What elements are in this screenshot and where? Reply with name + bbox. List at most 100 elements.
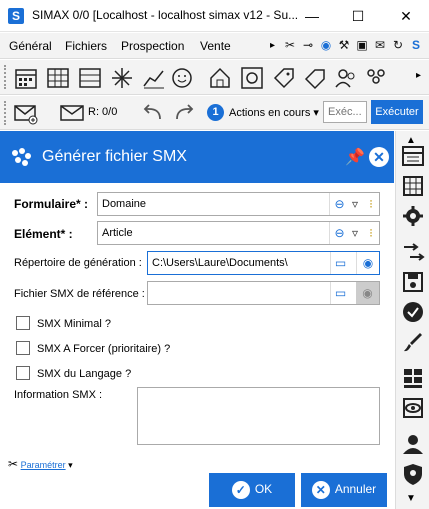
element-label: Elément* : [14,227,73,241]
list-icon[interactable] [76,64,102,90]
tools-icon: ✂ [8,457,19,471]
mail-icon[interactable] [58,99,84,125]
pin-icon[interactable]: 📌 [345,147,365,167]
undo-icon[interactable] [139,99,165,125]
ok-button[interactable]: ✓ OK [209,473,295,507]
element-value: Article [102,227,133,239]
folder-icon[interactable]: ▭ [330,252,350,274]
simax-logo-icon[interactable]: S [408,36,424,54]
table-icon[interactable] [400,173,426,199]
wrench-icon[interactable]: ⚒ [336,36,352,54]
preview-icon[interactable] [400,395,426,421]
sync-icon[interactable]: ↻ [390,36,406,54]
tag-icon[interactable] [270,64,296,90]
toolbar-grip[interactable] [4,65,7,89]
repertoire-label: Répertoire de génération : [14,257,142,269]
id-card-icon[interactable]: ▣ [354,36,370,54]
exec-input[interactable] [323,101,367,123]
smx-minimal-checkbox[interactable] [16,316,30,330]
reminders-count: R: 0/0 [88,106,118,118]
new-mail-icon[interactable] [12,99,38,125]
info-smx-label: Information SMX : [14,389,103,401]
dropdown-icon[interactable]: ▿ [348,193,362,215]
lookup-icon[interactable]: ⁝ [364,193,378,215]
parametrer-link[interactable]: ✂ Paramétrer ▾ [8,457,73,471]
formulaire-label: Formulaire* : [14,197,89,211]
home-icon[interactable] [206,64,232,90]
window-title: SIMAX 0/0 [Localhost - localhost simax v… [32,8,299,22]
smiley-icon[interactable] [168,64,194,90]
maximize-button[interactable]: ☐ [335,0,381,32]
globe-icon[interactable]: ◉ [318,36,334,54]
scroll-down-icon[interactable]: ▼ [406,493,416,504]
right-side-panel: ▲ ▼ [395,131,429,509]
menu-bar: Général Fichiers Prospection Vente ▸ ✂ ⊸… [0,33,429,59]
grid-icon[interactable] [44,64,70,90]
connect-icon[interactable]: ⊸ [300,36,316,54]
layout-icon[interactable] [400,365,426,391]
message-icon[interactable]: ✉ [372,36,388,54]
dropdown-icon[interactable]: ▿ [348,222,362,244]
ok-label: OK [254,482,273,497]
menu-prospection[interactable]: Prospection [121,39,184,53]
main-toolbar: ▸ [0,60,429,95]
simax-logo-icon [12,148,31,166]
lookup-icon[interactable]: ⁝ [364,222,378,244]
view-icon[interactable]: ◉ [356,252,379,274]
execute-button[interactable]: Exécuter [371,100,423,124]
cancel-label: Annuler [334,482,377,497]
dialog-header: Générer fichier SMX 📌 ✕ [0,131,394,183]
smx-langage-checkbox[interactable] [16,366,30,380]
app-logo-icon: S [8,8,24,24]
brush-icon[interactable] [400,329,426,355]
export-icon[interactable] [400,239,426,265]
generate-smx-dialog: Générer fichier SMX 📌 ✕ Formulaire* : Do… [0,131,394,509]
minimize-button[interactable]: — [289,0,335,32]
reference-label: Fichier SMX de référence : [14,288,145,300]
list-view-icon[interactable] [400,143,426,169]
cancel-button[interactable]: ✕ Annuler [301,473,387,507]
menu-vente[interactable]: Vente [200,39,231,53]
smx-langage-label: SMX du Langage ? [37,368,132,380]
info-smx-textarea[interactable] [137,387,380,445]
dialog-title: Générer fichier SMX [42,148,187,165]
parametrer-label: Paramétrer [20,460,66,470]
contacts-icon[interactable] [332,64,358,90]
cancel-icon: ✕ [311,481,330,499]
sparkle-icon[interactable] [108,64,134,90]
shield-icon[interactable] [400,461,426,487]
settings-icon[interactable] [238,64,264,90]
close-window-button[interactable]: ✕ [383,0,429,32]
secondary-toolbar: R: 0/0 1 Actions en cours ▾ Exécuter [0,96,429,130]
check-circle-icon[interactable] [400,299,426,325]
tools-icon[interactable]: ✂ [282,36,298,54]
check-icon: ✓ [231,481,250,499]
menu-more-icon[interactable]: ▸ [270,40,275,51]
group-icon[interactable] [362,64,388,90]
repertoire-value: C:\Users\Laure\Documents\ [152,257,288,269]
chart-icon[interactable] [140,64,166,90]
menu-quick-icons: ✂ ⊸ ◉ ⚒ ▣ ✉ ↻ S [282,36,424,56]
formulaire-value: Domaine [102,198,147,210]
calendar-icon[interactable] [12,64,38,90]
dialog-close-button[interactable]: ✕ [369,147,389,167]
smx-minimal-label: SMX Minimal ? [37,318,111,330]
toolbar-grip[interactable] [4,101,7,125]
actions-dropdown[interactable]: Actions en cours ▾ [229,106,319,119]
save-icon[interactable] [400,269,426,295]
menu-fichiers[interactable]: Fichiers [65,39,107,53]
menu-general[interactable]: Général [9,39,52,53]
gear-icon[interactable] [400,203,426,229]
clear-icon[interactable]: ⊖ [329,222,349,244]
folder-icon[interactable]: ▭ [330,282,350,304]
actions-label: Actions en cours [229,107,311,119]
smx-forcer-label: SMX A Forcer (prioritaire) ? [37,343,171,355]
price-tag-icon[interactable] [302,64,328,90]
toolbar-more-icon[interactable]: ▸ [416,70,421,81]
clear-icon[interactable]: ⊖ [329,193,349,215]
user-icon[interactable] [400,431,426,457]
title-bar: S SIMAX 0/0 [Localhost - localhost simax… [0,0,429,32]
view-icon: ◉ [356,282,379,304]
smx-forcer-checkbox[interactable] [16,341,30,355]
redo-icon[interactable] [170,99,196,125]
